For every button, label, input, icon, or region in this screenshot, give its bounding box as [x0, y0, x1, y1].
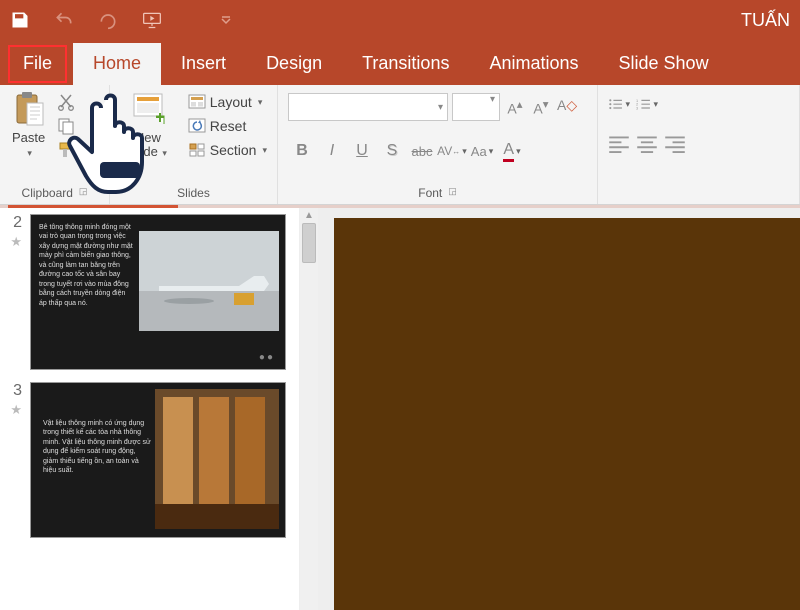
slide-body-text: Bê tông thông minh đóng một vai trò quan… — [39, 223, 135, 308]
slide-editor-area[interactable] — [318, 208, 800, 610]
reset-icon — [188, 117, 206, 135]
shrink-font-button[interactable]: A▾ — [530, 96, 552, 118]
tab-transitions[interactable]: Transitions — [342, 43, 469, 85]
paste-icon — [13, 91, 47, 129]
slide-body-text: Vật liệu thông minh có ứng dụng trong th… — [43, 419, 151, 476]
chevron-down-icon: ▾ — [486, 94, 499, 120]
font-size-combo[interactable]: ▾ — [452, 93, 500, 121]
slides-label: Slides — [177, 186, 210, 200]
section-icon — [188, 141, 206, 159]
group-font: ▾ ▾ A▴ A▾ A◇ B I U S abc AV↔▾ Aa▾ A▾ Fon… — [278, 85, 598, 204]
slideshow-from-start-icon[interactable] — [142, 10, 162, 30]
current-slide-canvas[interactable] — [334, 218, 800, 610]
section-label: Section — [210, 142, 257, 158]
italic-button[interactable]: I — [318, 137, 346, 165]
chevron-down-icon: ▾ — [489, 146, 494, 157]
thumbnail-slide-3[interactable]: 3 ★ Vật liệu thông minh có ứng dụng tron… — [4, 382, 295, 538]
chevron-down-icon: ▾ — [625, 99, 630, 110]
grow-font-button[interactable]: A▴ — [504, 96, 526, 118]
font-label: Font — [418, 186, 442, 200]
paste-button[interactable]: Paste ▾ — [6, 89, 53, 162]
section-button[interactable]: Section ▾ — [184, 139, 271, 161]
tab-file[interactable]: File — [8, 45, 67, 83]
slide-image-placeholder — [155, 389, 279, 529]
scroll-up-icon[interactable]: ▲ — [304, 210, 314, 221]
save-icon[interactable] — [10, 10, 30, 30]
tab-animations[interactable]: Animations — [469, 43, 598, 85]
tab-design[interactable]: Design — [246, 43, 342, 85]
tab-home[interactable]: Home — [73, 43, 161, 85]
document-title: TUẤN — [741, 10, 790, 31]
quick-access-toolbar — [10, 10, 236, 30]
font-name-combo[interactable]: ▾ — [288, 93, 448, 121]
bullets-button[interactable]: ▾ — [608, 95, 630, 113]
slide-number: 3 — [4, 382, 22, 400]
slide-image-placeholder — [139, 231, 279, 331]
undo-icon[interactable] — [54, 10, 74, 30]
thumbnail-slide-2[interactable]: 2 ★ Bê tông thông minh đóng một vai trò … — [4, 214, 295, 370]
workspace: 2 ★ Bê tông thông minh đóng một vai trò … — [0, 208, 800, 610]
tab-insert[interactable]: Insert — [161, 43, 246, 85]
layout-button[interactable]: Layout ▾ — [184, 91, 271, 113]
chevron-down-icon: ▾ — [27, 148, 32, 158]
font-dialog-icon[interactable]: ◲ — [448, 186, 457, 200]
reset-button[interactable]: Reset — [184, 115, 271, 137]
ribbon-tabs: File Home Insert Design Transitions Anim… — [0, 40, 800, 85]
strikethrough-button[interactable]: abc — [408, 137, 436, 165]
animation-star-icon: ★ — [4, 402, 22, 418]
chevron-down-icon: ▾ — [434, 102, 447, 113]
align-center-button[interactable] — [636, 135, 658, 153]
chevron-down-icon: ▾ — [462, 146, 467, 157]
scroll-thumb[interactable] — [302, 223, 316, 263]
qat-customize-icon[interactable] — [216, 10, 236, 30]
underline-button[interactable]: U — [348, 137, 376, 165]
layout-icon — [188, 93, 206, 111]
bold-button[interactable]: B — [288, 137, 316, 165]
tab-slideshow[interactable]: Slide Show — [599, 43, 729, 85]
thumbnail-scrollbar[interactable]: ▲ — [300, 208, 318, 610]
chevron-down-icon: ▾ — [258, 97, 263, 108]
slide-thumbnail-panel: 2 ★ Bê tông thông minh đóng một vai trò … — [0, 208, 300, 610]
chevron-down-icon: ▾ — [516, 146, 521, 157]
slide-page-dots: ●● — [259, 352, 275, 363]
group-paragraph: ▾ 123▾ — [598, 85, 800, 204]
reset-label: Reset — [210, 118, 247, 134]
font-color-button[interactable]: A▾ — [498, 137, 526, 165]
text-shadow-button[interactable]: S — [378, 137, 406, 165]
paste-label: Paste — [12, 130, 45, 145]
align-right-button[interactable] — [664, 135, 686, 153]
redo-icon[interactable] — [98, 10, 118, 30]
animation-star-icon: ★ — [4, 234, 22, 250]
char-spacing-button[interactable]: AV↔▾ — [438, 137, 466, 165]
chevron-down-icon: ▾ — [262, 145, 267, 156]
tutorial-pointer-hand-icon — [58, 86, 178, 206]
slide-number: 2 — [4, 214, 22, 232]
numbering-button[interactable]: 123▾ — [636, 95, 658, 113]
align-left-button[interactable] — [608, 135, 630, 153]
svg-text:3: 3 — [636, 106, 638, 110]
chevron-down-icon: ▾ — [653, 99, 658, 110]
change-case-button[interactable]: Aa▾ — [468, 137, 496, 165]
title-bar: TUẤN — [0, 0, 800, 40]
layout-label: Layout — [210, 94, 252, 110]
clear-formatting-button[interactable]: A◇ — [556, 96, 578, 118]
